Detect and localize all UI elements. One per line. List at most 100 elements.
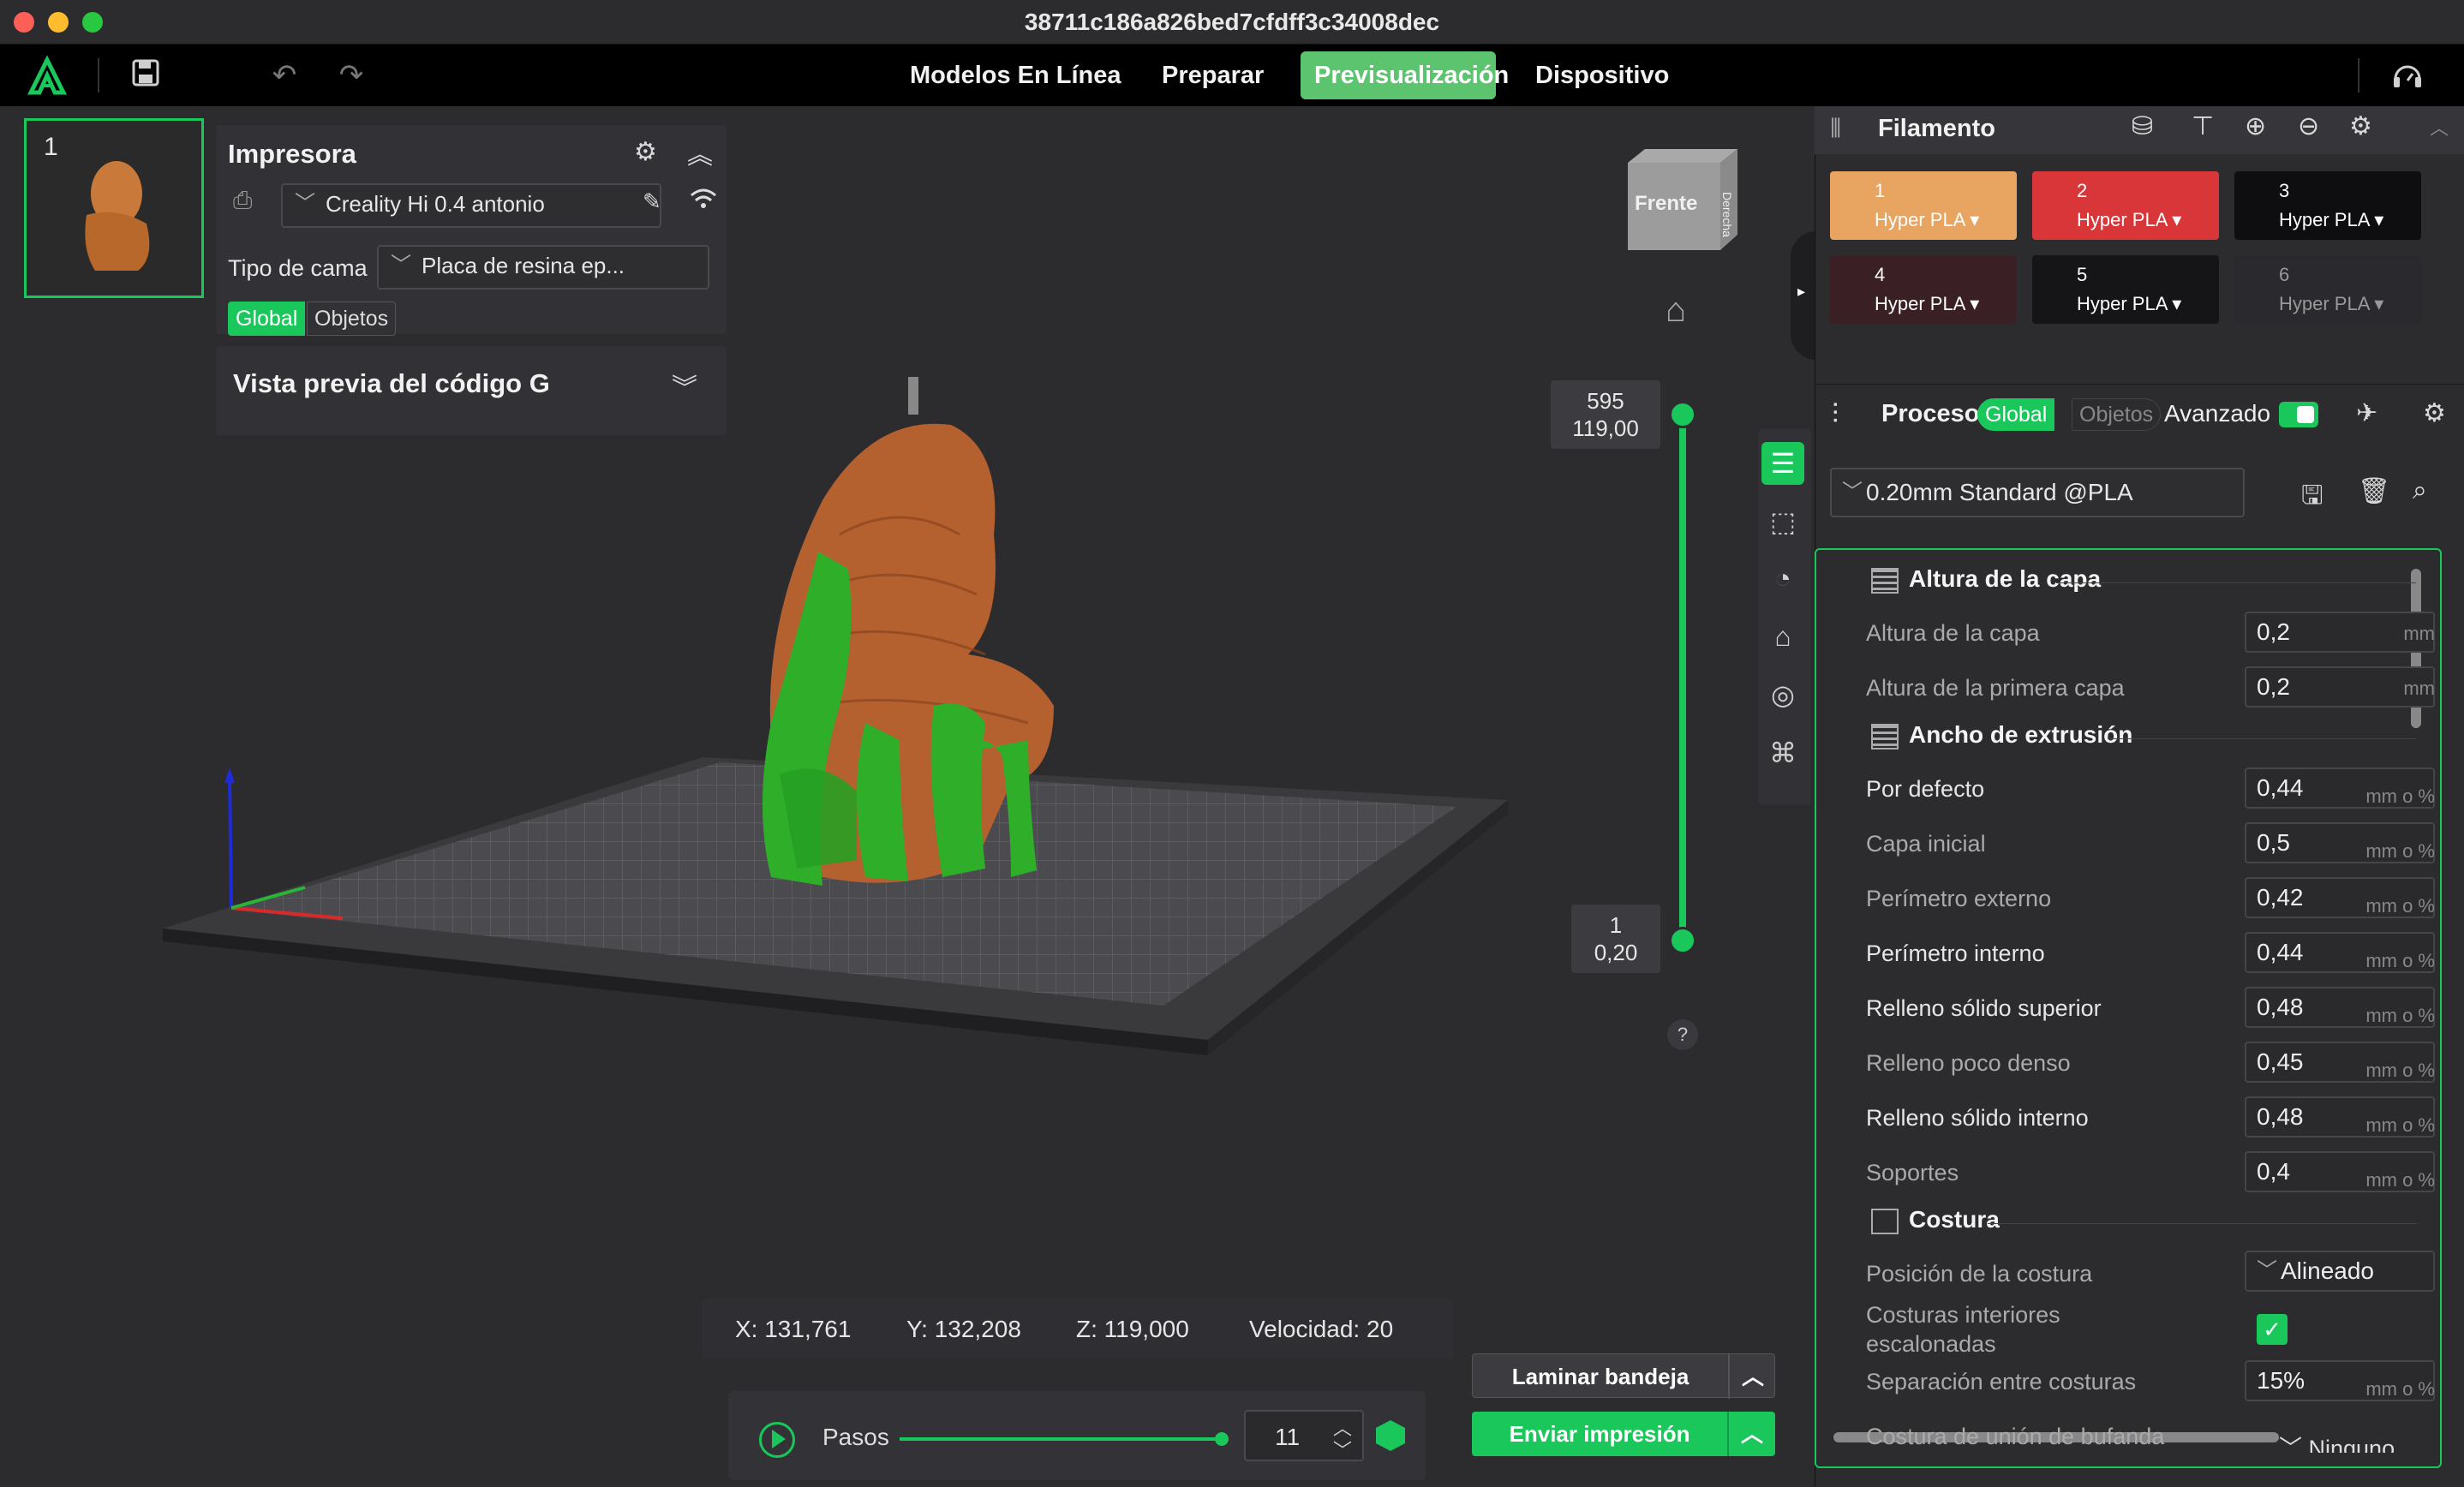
bed-type-label: Tipo de cama — [228, 255, 368, 281]
compare-icon[interactable]: ✈ — [2356, 398, 2377, 428]
process-objects-tab[interactable]: Objetos — [2072, 398, 2162, 431]
filament-title: Filamento — [1878, 115, 1995, 142]
steps-slider[interactable] — [900, 1437, 1225, 1441]
initial-layer-width-input[interactable]: 0,5 mm o % — [2245, 822, 2435, 863]
inner-wall-width-input[interactable]: 0,44 mm o % — [2245, 932, 2435, 973]
plate-number: 1 — [44, 133, 58, 161]
send-print-button[interactable]: Enviar impresión ︿ — [1472, 1412, 1775, 1456]
nozzle-icon[interactable]: ⊤ — [2192, 111, 2214, 141]
help-button[interactable]: ? — [1667, 1019, 1698, 1050]
save-icon[interactable] — [129, 58, 163, 93]
top-surface-width-input[interactable]: 0,48 mm o % — [2245, 987, 2435, 1028]
view-cube-front-label: Frente — [1635, 192, 1698, 215]
layer-height-input[interactable]: 0,2 mm — [2245, 612, 2435, 653]
process-settings-icon[interactable]: ⚙ — [2423, 398, 2446, 428]
staggered-seams-label: Costuras interiores escalonadas — [1866, 1302, 2060, 1357]
expand-chevron-down-icon[interactable]: ︾ — [672, 367, 697, 404]
layer-stack-icon[interactable] — [1376, 1420, 1405, 1451]
filament-slot-3[interactable]: 3 Hyper PLA ▾ — [2234, 171, 2421, 240]
tab-previsualizacion[interactable]: Previsualización — [1301, 51, 1509, 99]
title-bar: 38711c186a826bed7cfdff3c34008dec — [0, 0, 2464, 45]
process-global-tab[interactable]: Global — [1977, 398, 2055, 431]
gcode-preview-panel: Vista previa del código G ︾ — [216, 346, 727, 435]
default-width-input[interactable]: 0,44 mm o % — [2245, 767, 2435, 809]
tab-dispositivo[interactable]: Dispositivo — [1520, 51, 1684, 99]
stepper-down-icon[interactable]: ﹀ — [1333, 1436, 1352, 1463]
filament-settings-gear-icon[interactable]: ⚙ — [2349, 111, 2372, 141]
support-paint-icon[interactable]: ⌂ — [1761, 615, 1804, 658]
slice-plate-button[interactable]: Laminar bandeja ︿ — [1472, 1353, 1775, 1399]
home-view-icon[interactable]: ⌂ — [1666, 291, 1686, 330]
printer-global-tab[interactable]: Global — [228, 302, 306, 336]
model-preview-image — [85, 161, 150, 271]
steps-stepper[interactable]: 11 ︿ ﹀ — [1244, 1410, 1364, 1461]
advanced-toggle[interactable] — [2279, 402, 2318, 427]
scarf-seam-value[interactable]: ﹀ Ninguno — [2279, 1434, 2395, 1453]
printer-select[interactable]: ﹀ Creality Hi 0.4 antonio — [281, 183, 661, 228]
printer-title: Impresora — [228, 139, 356, 169]
steps-slider-handle[interactable] — [1215, 1432, 1229, 1446]
plate-thumbnail[interactable]: 1 — [24, 118, 204, 298]
collapse-chevron-up-icon[interactable]: ︽ — [687, 134, 713, 171]
undo-icon[interactable]: ↶ — [267, 58, 302, 93]
staggered-seams-checkbox[interactable]: ✓ — [2257, 1314, 2288, 1345]
select-area-icon[interactable]: ⬚ — [1761, 500, 1804, 543]
scarf-seam-row: Costura de unión de bufanda ﹀ Ninguno — [1833, 1418, 2433, 1453]
top-layer-height: 119,00 — [1572, 415, 1639, 441]
support-headset-icon[interactable] — [2390, 58, 2425, 93]
save-preset-icon[interactable]: 🖫 — [2301, 476, 2323, 520]
filament-slot-6[interactable]: 6 Hyper PLA ▾ — [2234, 255, 2421, 324]
edit-pencil-icon[interactable]: ✎ — [643, 188, 661, 215]
seam-target-icon[interactable]: ◎ — [1761, 673, 1804, 716]
layers-view-icon[interactable]: ☰ — [1761, 442, 1804, 485]
process-title: Proceso — [1881, 400, 1980, 427]
steps-label: Pasos — [822, 1424, 889, 1450]
remove-filament-icon[interactable]: ⊖ — [2298, 111, 2319, 141]
delete-preset-icon[interactable]: 🗑 — [2358, 476, 2390, 506]
filament-slot-4[interactable]: 4 Hyper PLA ▾ — [1830, 255, 2017, 324]
play-icon[interactable] — [759, 1422, 795, 1458]
filament-slot-2[interactable]: 2 Hyper PLA ▾ — [2032, 171, 2219, 240]
slice-options-chevron-icon: ︿ — [1741, 1364, 1764, 1389]
outer-wall-width-input[interactable]: 0,42 mm o % — [2245, 877, 2435, 918]
support-width-label: Soportes — [1866, 1160, 1959, 1185]
wifi-icon[interactable] — [689, 185, 718, 217]
bed-type-select[interactable]: ﹀ Placa de resina ep... — [377, 245, 709, 290]
top-surface-width-label: Relleno sólido superior — [1866, 995, 2102, 1021]
collapse-sidebar-handle[interactable]: ▸ — [1791, 231, 1816, 360]
search-icon[interactable]: ⌕ — [2413, 476, 2427, 505]
filament-spool-icon: ⦀ — [1830, 115, 1842, 143]
layer-bottom-handle[interactable] — [1669, 927, 1696, 954]
filament-slot-5[interactable]: 5 Hyper PLA ▾ — [2032, 255, 2219, 324]
outer-wall-width-label: Perímetro externo — [1866, 886, 2052, 911]
view-cube[interactable]: Frente Derecha — [1624, 146, 1739, 254]
add-filament-icon[interactable]: ⊕ — [2245, 111, 2266, 141]
filament-slot-1[interactable]: 1 Hyper PLA ▾ — [1830, 171, 2017, 240]
extrusion-width-section: Ancho de extrusión — [1871, 721, 2132, 749]
process-sliders-icon: ⫶ — [1832, 398, 1839, 429]
sync-filament-icon[interactable]: ⛁ — [2132, 111, 2153, 141]
process-preset-select[interactable]: ﹀ 0.20mm Standard @PLA — [1830, 468, 2245, 517]
seam-gap-label: Separación entre costuras — [1866, 1369, 2137, 1394]
layer-height-label: Altura de la capa — [1866, 620, 2040, 646]
support-width-input[interactable]: 0,4 mm o % — [2245, 1151, 2435, 1192]
filament-collapse-icon[interactable]: ︿ — [2430, 113, 2449, 140]
first-layer-height-input[interactable]: 0,2 mm — [2245, 666, 2435, 708]
printer-settings-gear-icon[interactable]: ⚙ — [634, 137, 657, 167]
redo-icon[interactable]: ↷ — [334, 58, 368, 93]
tab-preparar[interactable]: Preparar — [1146, 51, 1279, 99]
position-readout: X: 131,761 Y: 132,208 Z: 119,000 Velocid… — [703, 1299, 1453, 1359]
view-cube-right-label: Derecha — [1720, 192, 1734, 237]
command-shortcut-icon[interactable]: ⌘ — [1761, 732, 1804, 774]
speed-gauge-icon[interactable]: ◔ — [1761, 557, 1804, 600]
sparse-infill-width-label: Relleno poco denso — [1866, 1050, 2071, 1076]
layer-slider-track[interactable] — [1679, 413, 1686, 941]
seam-gap-input[interactable]: 15% mm o % — [2245, 1360, 2435, 1401]
seam-position-select[interactable]: ﹀ Alineado — [2245, 1251, 2435, 1292]
sparse-infill-width-input[interactable]: 0,45 mm o % — [2245, 1042, 2435, 1083]
internal-solid-width-input[interactable]: 0,48 mm o % — [2245, 1096, 2435, 1138]
tab-modelos-en-linea[interactable]: Modelos En Línea — [894, 51, 1137, 99]
layer-top-handle[interactable] — [1669, 401, 1696, 428]
printer-objects-tab[interactable]: Objetos — [307, 302, 397, 336]
top-layer-number: 595 — [1587, 388, 1624, 414]
